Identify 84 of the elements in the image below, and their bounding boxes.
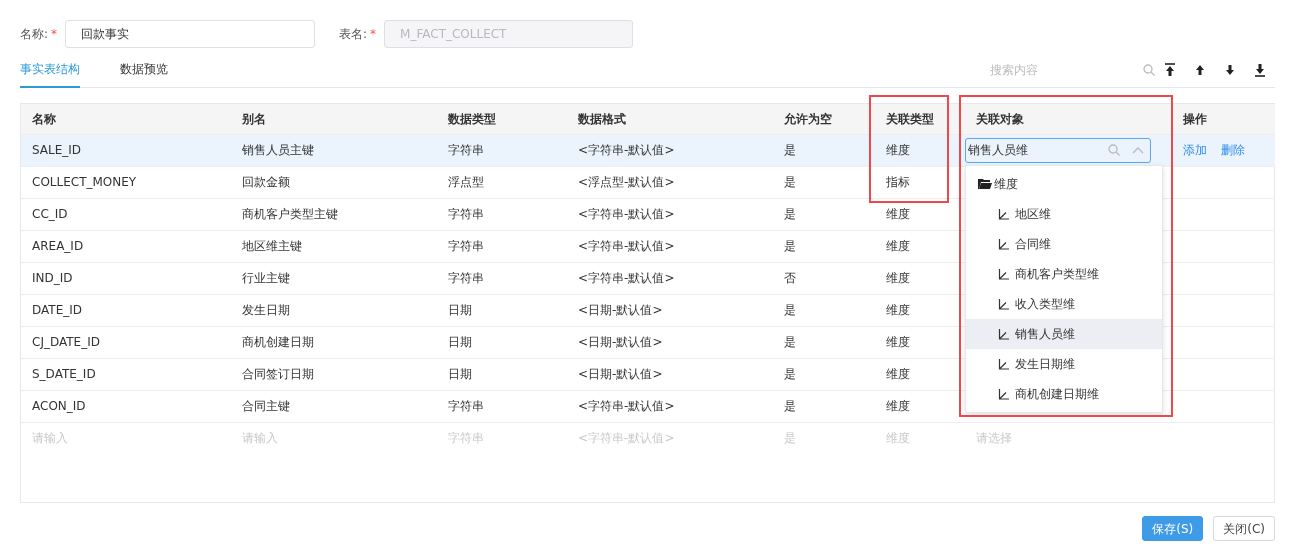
column-header: 关联类型 [875, 104, 965, 134]
table-cell: 商机客户类型主键 [231, 198, 437, 230]
name-field[interactable]: 回款事实 [65, 20, 316, 48]
table-cell: CJ_DATE_ID [21, 326, 231, 358]
table-cell: 是 [773, 390, 875, 422]
table-cell: <字符串-默认值> [567, 198, 773, 230]
table-cell: <浮点型-默认值> [567, 166, 773, 198]
table-cell: 字符串 [437, 262, 567, 294]
table-cell: <字符串-默认值> [567, 230, 773, 262]
tree-group[interactable]: 维度 [966, 168, 1162, 199]
table-cell: S_DATE_ID [21, 358, 231, 390]
table-cell: DATE_ID [21, 294, 231, 326]
tree-item[interactable]: 销售人员维 [966, 318, 1162, 349]
angle-icon [998, 237, 1010, 250]
tree-item[interactable]: 收入类型维 [966, 288, 1162, 319]
table-cell: 是 [773, 166, 875, 198]
table-cell: 回款金额 [231, 166, 437, 198]
angle-icon [998, 267, 1010, 280]
table-cell: 行业主键 [231, 262, 437, 294]
column-header: 数据格式 [567, 104, 773, 134]
table-cell: 地区维主键 [231, 230, 437, 262]
select-field[interactable]: 销售人员维 [965, 137, 1151, 163]
open-folder-icon [978, 178, 992, 189]
tree-item[interactable]: 发生日期维 [966, 348, 1162, 379]
search-icon [1143, 63, 1155, 76]
field-label: 表名: [339, 26, 368, 43]
table-cell: <字符串-默认值> [567, 262, 773, 294]
table-cell: 合同签订日期 [231, 358, 437, 390]
tree-item[interactable]: 商机创建日期维 [966, 378, 1162, 409]
table-cell: IND_ID [21, 262, 231, 294]
arrow-up-bar-icon [1164, 62, 1176, 77]
table-cell: COLLECT_MONEY [21, 166, 231, 198]
table-cell: 是 [773, 294, 875, 326]
table-cell: 发生日期 [231, 294, 437, 326]
table-cell: 维度 [875, 134, 965, 166]
column-header: 数据类型 [437, 104, 567, 134]
table-cell: 合同主键 [231, 390, 437, 422]
angle-icon [998, 357, 1010, 370]
field-label: 名称: [20, 26, 49, 43]
tree-item[interactable]: 地区维 [966, 198, 1162, 229]
tree-item[interactable]: 合同维 [966, 228, 1162, 259]
column-header: 名称 [21, 104, 231, 134]
table-cell: <字符串-默认值> [567, 390, 773, 422]
caret-up-icon [1132, 146, 1144, 154]
arrow-down-bar-icon [1254, 62, 1266, 77]
table-cell: 日期 [437, 326, 567, 358]
table-cell: 否 [773, 262, 875, 294]
close-button[interactable]: 关闭(C) [1213, 516, 1275, 541]
search-icon [1108, 144, 1120, 156]
tab[interactable]: 数据预览 [120, 51, 168, 88]
table-cell: 日期 [437, 358, 567, 390]
table-cell: <日期-默认值> [567, 326, 773, 358]
table-cell: 是 [773, 134, 875, 166]
table-cell: 是 [773, 326, 875, 358]
angle-icon [998, 387, 1010, 400]
table-cell: SALE_ID [21, 134, 231, 166]
table-cell: 字符串 [437, 198, 567, 230]
table-cell: CC_ID [21, 198, 231, 230]
required-mark: * [51, 26, 58, 43]
table-cell: 销售人员主键 [231, 134, 437, 166]
table-cell: <日期-默认值> [567, 358, 773, 390]
table-cell: ACON_ID [21, 390, 231, 422]
table-cell: 是 [773, 358, 875, 390]
column-header: 别名 [231, 104, 437, 134]
angle-icon [998, 207, 1010, 220]
tree-item[interactable]: 商机客户类型维 [966, 258, 1162, 289]
table-cell: 商机创建日期 [231, 326, 437, 358]
column-header: 关联对象 [965, 104, 1172, 134]
arrow-down-icon [1224, 62, 1236, 77]
table-cell: <字符串-默认值> [567, 134, 773, 166]
column-header: 操作 [1172, 104, 1275, 134]
table-cell: AREA_ID [21, 230, 231, 262]
table-cell: 字符串 [437, 390, 567, 422]
table-cell: 字符串 [437, 134, 567, 166]
column-header: 允许为空 [773, 104, 875, 134]
table-cell: 是 [773, 230, 875, 262]
table-cell: <日期-默认值> [567, 294, 773, 326]
table-cell: 日期 [437, 294, 567, 326]
table-cell: 是 [773, 198, 875, 230]
angle-icon [998, 297, 1010, 310]
angle-icon [998, 327, 1010, 340]
table-cell: 字符串 [437, 230, 567, 262]
table-cell: 浮点型 [437, 166, 567, 198]
required-mark: * [370, 26, 377, 43]
